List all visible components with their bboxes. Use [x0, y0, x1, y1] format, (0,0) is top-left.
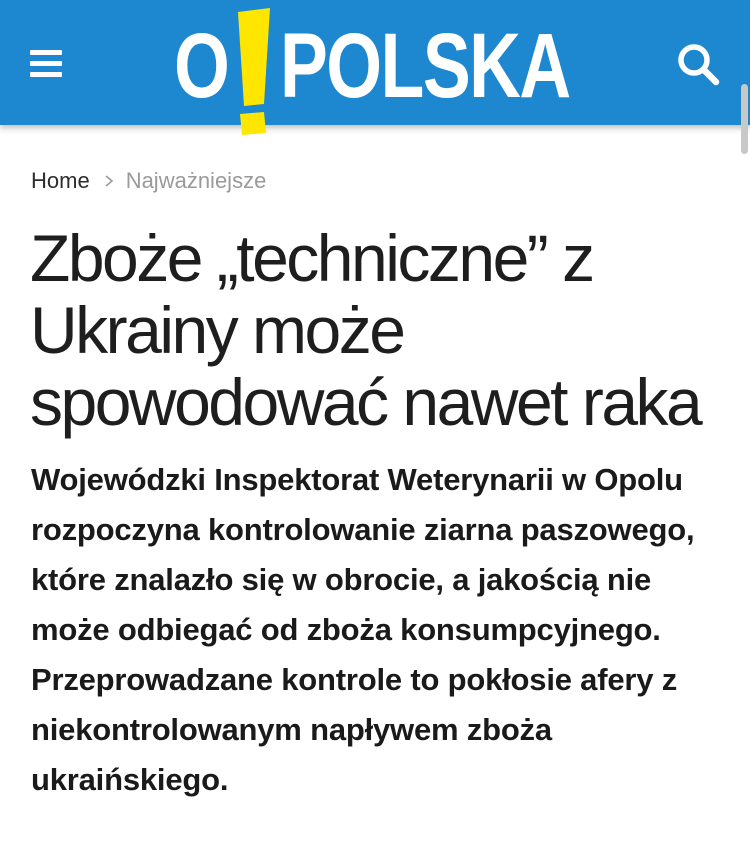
logo-wordmark: POLSKA: [280, 15, 571, 117]
article-title: Zboże „techniczne” z Ukrainy może spowod…: [30, 221, 703, 439]
site-header: O POLSKA: [0, 0, 750, 135]
breadcrumb: Home Najważniejsze: [31, 164, 266, 198]
article-lead: Wojewódzki Inspektorat Weterynarii w Opo…: [31, 462, 695, 797]
scrollbar-thumb[interactable]: [741, 84, 748, 154]
breadcrumb-home-link[interactable]: Home: [31, 168, 90, 194]
logo-letter: O: [174, 15, 230, 117]
site-logo[interactable]: O POLSKA: [170, 6, 580, 136]
search-button[interactable]: [672, 38, 726, 92]
logo-exclamation-mark: [238, 8, 270, 135]
search-icon: [678, 44, 720, 86]
menu-button[interactable]: [22, 40, 70, 86]
breadcrumb-current: Najważniejsze: [125, 168, 267, 193]
chevron-right-icon: [105, 175, 113, 187]
